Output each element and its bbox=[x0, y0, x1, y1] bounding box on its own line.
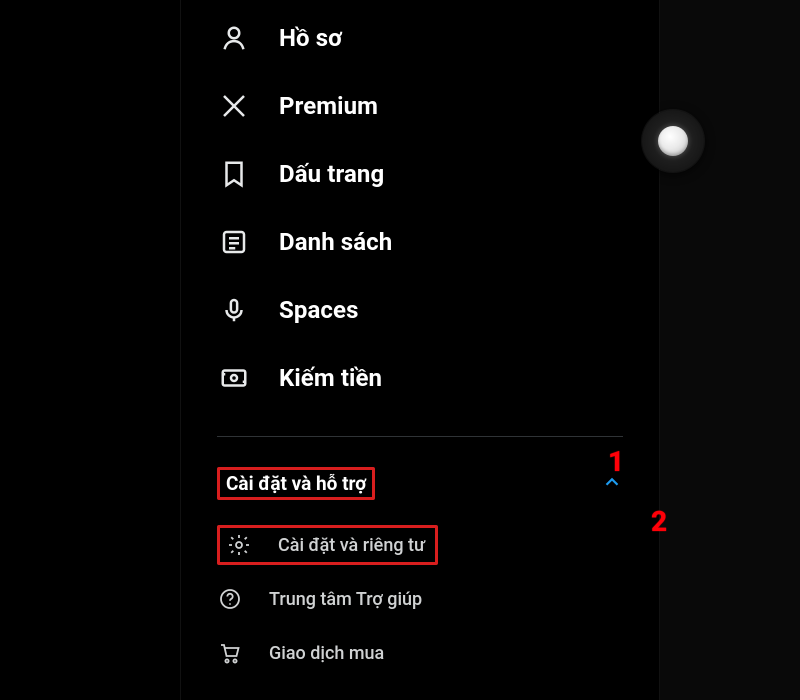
nav-item-spaces[interactable]: Spaces bbox=[181, 276, 659, 344]
mic-icon bbox=[217, 293, 251, 327]
assistive-touch-dot bbox=[658, 126, 688, 156]
nav-item-premium[interactable]: Premium bbox=[181, 72, 659, 140]
assistive-touch-button[interactable] bbox=[642, 110, 704, 172]
nav-item-lists[interactable]: Danh sách bbox=[181, 208, 659, 276]
sub-label: Giao dịch mua bbox=[269, 643, 384, 664]
sub-item-help-center[interactable]: Trung tâm Trợ giúp bbox=[181, 572, 659, 626]
nav-label: Dấu trang bbox=[279, 160, 384, 188]
bookmark-icon bbox=[217, 157, 251, 191]
nav-label: Spaces bbox=[279, 296, 359, 324]
cart-icon bbox=[217, 640, 243, 666]
divider bbox=[217, 436, 623, 437]
settings-support-header[interactable]: Cài đặt và hỗ trợ bbox=[181, 455, 659, 512]
sub-label: Trung tâm Trợ giúp bbox=[269, 589, 422, 610]
gear-icon bbox=[226, 532, 252, 558]
app-frame: Hồ sơ Premium Dấu trang Danh sách Spaces bbox=[180, 0, 660, 700]
settings-support-submenu: Cài đặt và riêng tư Trung tâm Trợ giúp G… bbox=[181, 512, 659, 680]
chevron-up-icon bbox=[601, 471, 623, 497]
person-icon bbox=[217, 21, 251, 55]
right-gutter bbox=[660, 0, 800, 700]
nav-label: Premium bbox=[279, 92, 378, 120]
nav-label: Hồ sơ bbox=[279, 24, 342, 52]
money-icon bbox=[217, 361, 251, 395]
nav-item-profile[interactable]: Hồ sơ bbox=[181, 4, 659, 72]
settings-support-title: Cài đặt và hỗ trợ bbox=[217, 467, 375, 500]
list-icon bbox=[217, 225, 251, 259]
primary-nav: Hồ sơ Premium Dấu trang Danh sách Spaces bbox=[181, 0, 659, 416]
nav-item-bookmarks[interactable]: Dấu trang bbox=[181, 140, 659, 208]
highlight-box: Cài đặt và riêng tư bbox=[217, 525, 438, 565]
sub-label: Cài đặt và riêng tư bbox=[278, 535, 425, 556]
x-icon bbox=[217, 89, 251, 123]
help-icon bbox=[217, 586, 243, 612]
nav-item-monetization[interactable]: Kiếm tiền bbox=[181, 344, 659, 412]
sub-item-settings-privacy[interactable]: Cài đặt và riêng tư bbox=[181, 518, 659, 572]
nav-label: Kiếm tiền bbox=[279, 364, 382, 392]
sub-item-purchases[interactable]: Giao dịch mua bbox=[181, 626, 659, 680]
nav-label: Danh sách bbox=[279, 228, 392, 256]
